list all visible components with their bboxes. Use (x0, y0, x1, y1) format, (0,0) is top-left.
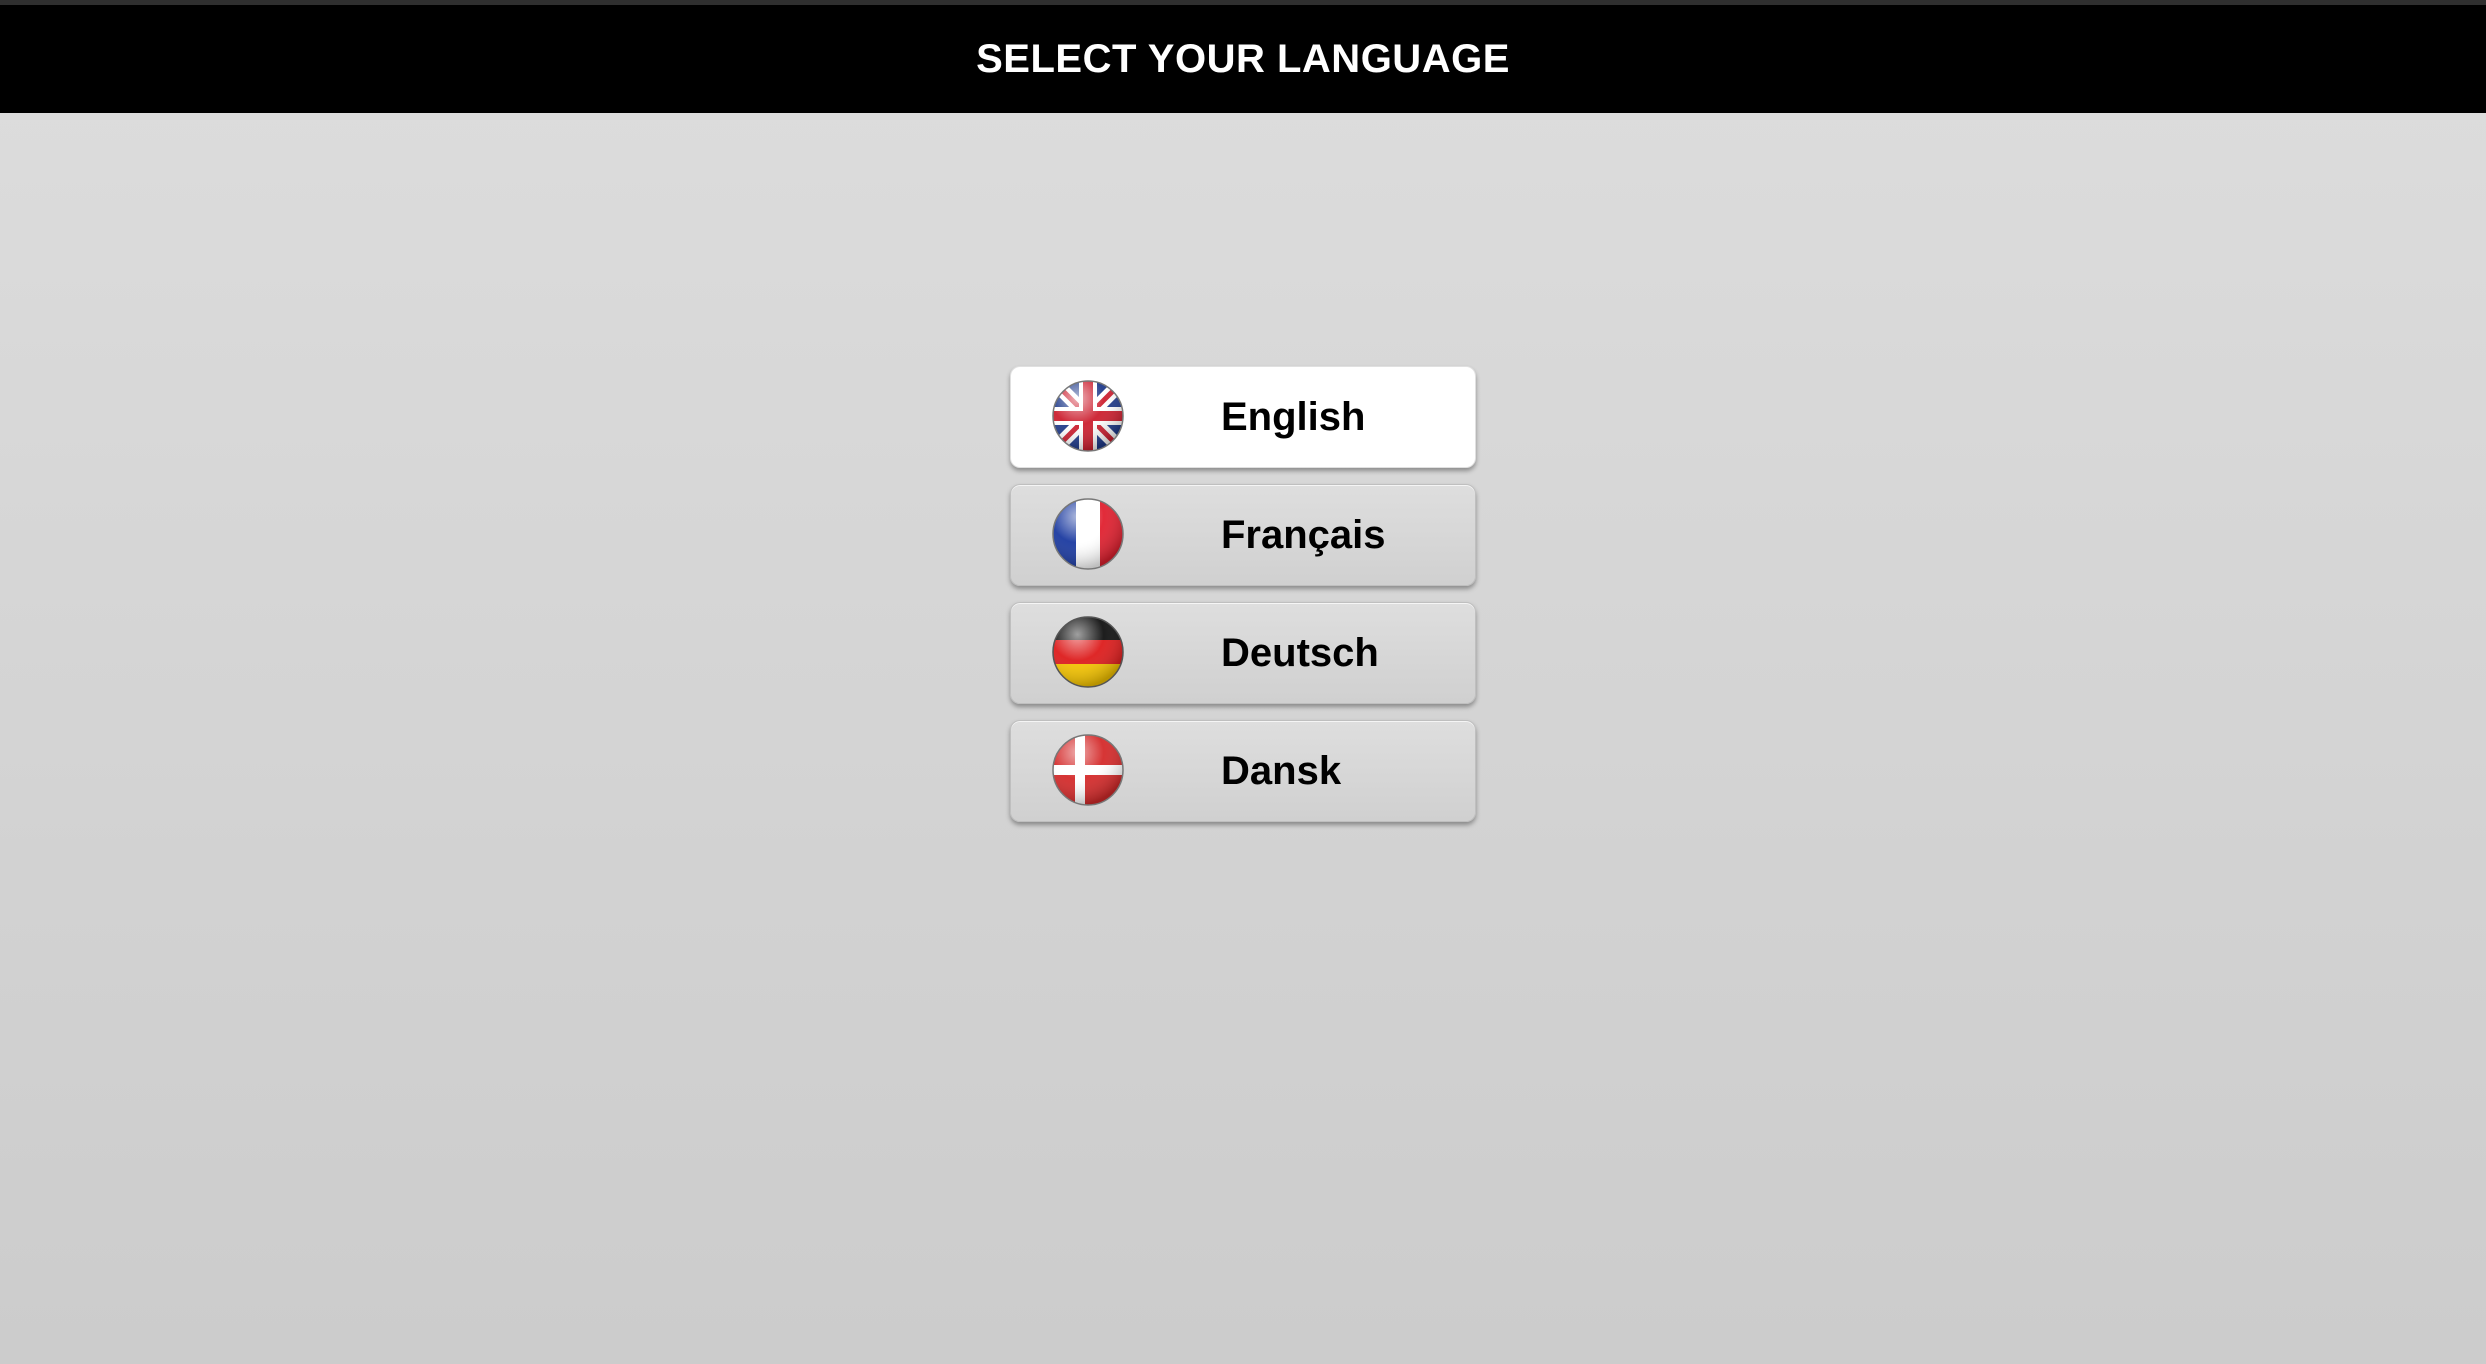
language-button-dansk[interactable]: Dansk (1010, 720, 1476, 822)
language-label: Dansk (1221, 749, 1342, 793)
language-button-english[interactable]: English (1010, 366, 1476, 468)
language-button-deutsch[interactable]: Deutsch (1010, 602, 1476, 704)
uk-flag-icon (1051, 379, 1125, 453)
language-label: Deutsch (1221, 631, 1379, 675)
france-flag-icon (1051, 497, 1125, 571)
page-title: SELECT YOUR LANGUAGE (976, 36, 1510, 81)
language-list: English Français Deutsch Dansk (1010, 366, 1476, 838)
language-label: Français (1221, 513, 1386, 557)
header-bar: SELECT YOUR LANGUAGE (0, 5, 2486, 113)
language-button-francais[interactable]: Français (1010, 484, 1476, 586)
denmark-flag-icon (1051, 733, 1125, 807)
germany-flag-icon (1051, 615, 1125, 689)
language-label: English (1221, 395, 1366, 439)
